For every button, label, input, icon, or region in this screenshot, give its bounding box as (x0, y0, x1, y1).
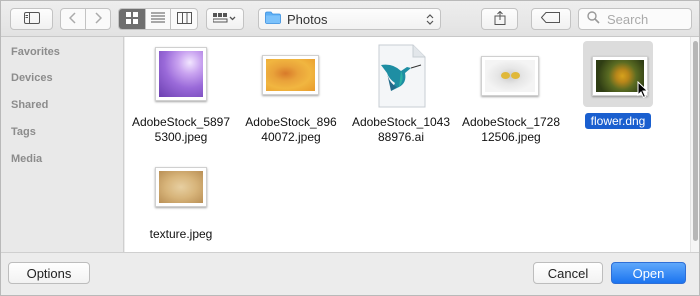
file-name-line: texture.jpeg (149, 227, 213, 241)
back-button[interactable] (61, 9, 86, 29)
column-view-icon (176, 11, 192, 27)
folder-icon (265, 11, 281, 27)
selected-file-name: flower.dng (585, 113, 651, 129)
open-button[interactable]: Open (611, 262, 686, 284)
history-nav (60, 8, 111, 30)
sidebar-section-favorites[interactable]: Favorites (11, 46, 60, 58)
file-thumbnail (235, 43, 347, 109)
options-button[interactable]: Options (8, 262, 90, 284)
search-icon (587, 11, 600, 27)
back-icon (68, 11, 77, 27)
column-view-button[interactable] (171, 9, 197, 29)
file-name-line: 88976.ai (377, 130, 425, 144)
cancel-button[interactable]: Cancel (533, 262, 603, 284)
sidebar-toggle-button[interactable] (10, 8, 53, 30)
forward-icon (94, 11, 102, 27)
file-thumbnail (345, 43, 457, 109)
list-view-button[interactable] (146, 9, 172, 29)
list-view-icon (150, 12, 165, 26)
forward-button[interactable] (86, 9, 110, 29)
arrange-icon (212, 12, 237, 27)
mouse-cursor-icon (637, 80, 649, 102)
open-dialog: Photos Search Favorites Devices Shared T… (0, 0, 700, 296)
file-thumbnail (565, 43, 677, 109)
search-placeholder: Search (607, 11, 649, 27)
sidebar-section-shared[interactable]: Shared (11, 99, 48, 111)
file-name-line: 12506.jpeg (481, 130, 541, 144)
file-browser: AdobeStock_5897 5300.jpeg AdobeStock_896… (125, 37, 690, 252)
sidebar-section-devices[interactable]: Devices (11, 72, 53, 84)
icon-view-button[interactable] (119, 9, 146, 29)
file-thumbnail (455, 43, 567, 109)
file-name-line: AdobeStock_1043 (351, 115, 451, 129)
file-thumbnail (125, 43, 237, 109)
document-icon (378, 44, 426, 108)
icon-view-icon (125, 11, 138, 27)
sidebar-section-tags[interactable]: Tags (11, 126, 36, 138)
tag-icon (540, 12, 561, 26)
share-icon (494, 10, 506, 28)
file-name-line: 40072.jpeg (261, 130, 321, 144)
search-field[interactable]: Search (578, 8, 692, 30)
file-name: texture.jpeg (125, 227, 237, 242)
file-name-line: AdobeStock_896 (245, 115, 337, 129)
file-thumbnail (125, 155, 237, 221)
file-name-line: 5300.jpeg (154, 130, 208, 144)
scrollbar-knob[interactable] (693, 41, 698, 241)
view-mode-segment (118, 8, 198, 30)
vertical-scrollbar[interactable] (690, 37, 699, 252)
sidebar: Favorites Devices Shared Tags Media (1, 37, 124, 252)
tag-button[interactable] (531, 8, 571, 30)
toolbar: Photos Search (1, 1, 699, 37)
arrange-button[interactable] (206, 8, 244, 30)
location-popup[interactable]: Photos (258, 8, 441, 30)
share-button[interactable] (481, 8, 518, 30)
file-name-line: AdobeStock_5897 (131, 115, 231, 129)
updown-icon (426, 13, 434, 29)
bottom-bar: Options Cancel Open (1, 252, 699, 295)
file-name-line: AdobeStock_1728 (461, 115, 561, 129)
location-label: Photos (287, 11, 328, 27)
sidebar-toggle-icon (23, 11, 40, 27)
sidebar-section-media[interactable]: Media (11, 153, 42, 165)
